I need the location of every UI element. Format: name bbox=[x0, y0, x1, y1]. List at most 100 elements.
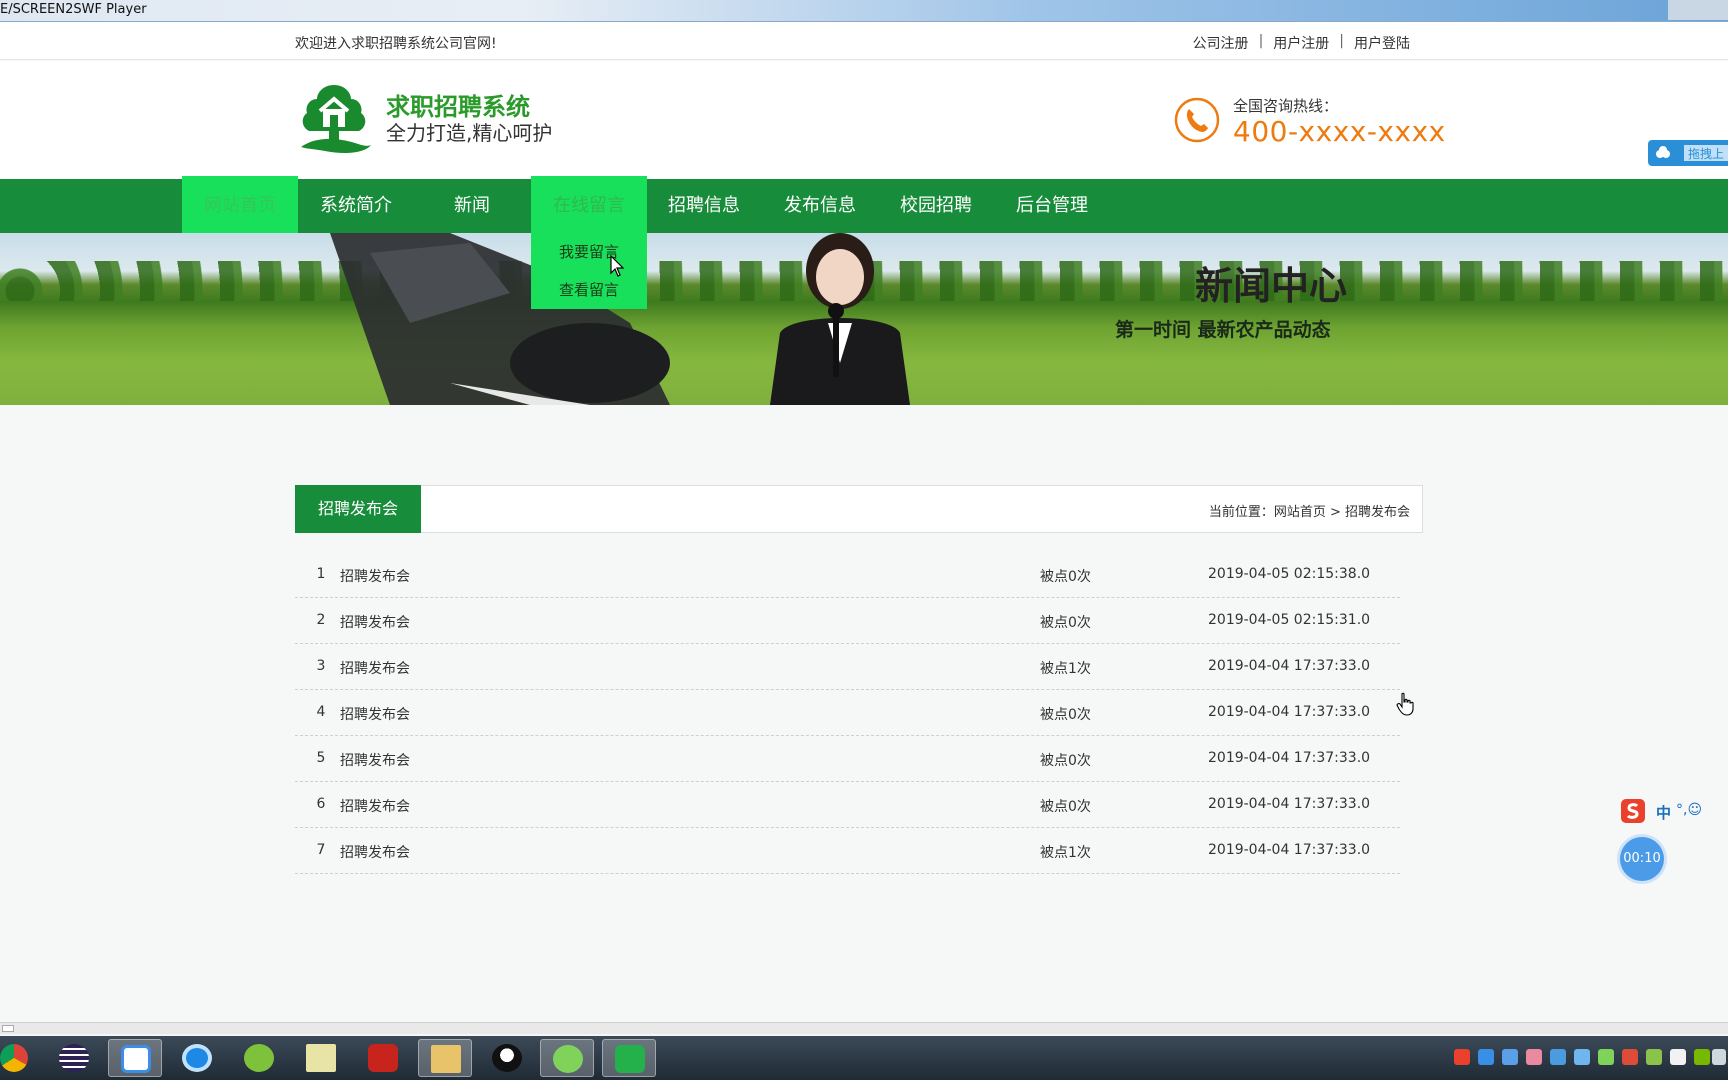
volume-tray-icon[interactable] bbox=[1712, 1049, 1726, 1065]
taskbar-eclipse[interactable] bbox=[47, 1039, 101, 1077]
item-index: 7 bbox=[316, 842, 326, 858]
eclipse-icon bbox=[59, 1044, 89, 1072]
sogou-tray-icon[interactable] bbox=[1454, 1049, 1470, 1065]
nav-publish[interactable]: 发布信息 bbox=[762, 179, 878, 233]
scrollbar-thumb[interactable] bbox=[2, 1025, 14, 1032]
side-tab-label: 拖拽上 bbox=[1684, 145, 1728, 161]
nav-about[interactable]: 系统简介 bbox=[298, 179, 414, 233]
company-register-link[interactable]: 公司注册 bbox=[1193, 33, 1249, 53]
dropdown-leave-message[interactable]: 我要留言 bbox=[531, 233, 647, 271]
main-nav: 网站首页 系统简介 新闻 在线留言 招聘信息 发布信息 校园招聘 后台管理 bbox=[0, 176, 1728, 233]
cloud-icon bbox=[1656, 146, 1670, 158]
taskbar-chrome[interactable] bbox=[0, 1039, 54, 1077]
user-register-link[interactable]: 用户注册 bbox=[1273, 33, 1329, 53]
taskbar-qq-browser[interactable] bbox=[170, 1039, 224, 1077]
notepad-icon bbox=[306, 1044, 336, 1072]
upload-side-tab[interactable]: 拖拽上 bbox=[1648, 140, 1728, 166]
usb-tray-icon[interactable] bbox=[1646, 1049, 1662, 1065]
item-date: 2019-04-04 17:37:33.0 bbox=[1208, 796, 1371, 812]
baidu-netdisk-icon bbox=[121, 1045, 151, 1073]
item-clicks: 被点0次 bbox=[1040, 799, 1091, 815]
taskbar-baidu-netdisk[interactable] bbox=[108, 1039, 162, 1077]
nav-news[interactable]: 新闻 bbox=[414, 179, 530, 233]
item-clicks: 被点1次 bbox=[1040, 661, 1091, 677]
item-date: 2019-04-04 17:37:33.0 bbox=[1208, 704, 1371, 720]
shield-tray-icon[interactable] bbox=[1550, 1049, 1566, 1065]
nav-home[interactable]: 网站首页 bbox=[182, 176, 298, 233]
item-date: 2019-04-05 02:15:31.0 bbox=[1208, 612, 1371, 628]
cube-tray-icon[interactable] bbox=[1502, 1049, 1518, 1065]
item-index: 2 bbox=[316, 612, 326, 628]
taskbar bbox=[0, 1036, 1728, 1080]
item-title-link[interactable]: 招聘发布会 bbox=[340, 658, 410, 678]
list-item[interactable]: 3 招聘发布会 被点1次 2019-04-04 17:37:33.0 bbox=[295, 644, 1400, 690]
taskbar-screen2swf[interactable] bbox=[602, 1039, 656, 1077]
list-item[interactable]: 1 招聘发布会 被点0次 2019-04-05 02:15:38.0 bbox=[295, 552, 1400, 598]
wechat-tray-icon[interactable] bbox=[1598, 1049, 1614, 1065]
house-tree-logo-icon[interactable] bbox=[295, 81, 373, 159]
netdisk-tray-icon[interactable] bbox=[1478, 1049, 1494, 1065]
taskbar-explorer[interactable] bbox=[418, 1039, 472, 1077]
item-index: 6 bbox=[316, 796, 326, 812]
window-controls[interactable] bbox=[1668, 0, 1728, 20]
welcome-text: 欢迎进入求职招聘系统公司官网! bbox=[295, 36, 497, 52]
user-login-link[interactable]: 用户登陆 bbox=[1354, 33, 1410, 53]
ime-mode[interactable]: 中 bbox=[1656, 802, 1671, 823]
item-title-link[interactable]: 招聘发布会 bbox=[340, 842, 410, 862]
banner-title: 新闻中心 bbox=[1195, 263, 1348, 308]
screen2swf-icon bbox=[615, 1045, 645, 1073]
qq-tray-icon[interactable] bbox=[1670, 1049, 1686, 1065]
sogou-ime-icon[interactable] bbox=[1620, 798, 1646, 824]
item-index: 1 bbox=[316, 566, 326, 582]
hand-cursor-icon bbox=[1396, 692, 1414, 716]
window-titlebar: E/SCREEN2SWF Player bbox=[0, 0, 1728, 22]
list-item[interactable]: 2 招聘发布会 被点0次 2019-04-05 02:15:31.0 bbox=[295, 598, 1400, 644]
list-item[interactable]: 6 招聘发布会 被点0次 2019-04-04 17:37:33.0 bbox=[295, 782, 1400, 828]
item-clicks: 被点0次 bbox=[1040, 753, 1091, 769]
nvidia-tray-icon[interactable] bbox=[1694, 1049, 1710, 1065]
site-header: 求职招聘系统 全力打造,精心呵护 全国咨询热线： 400-xxxx-xxxx bbox=[0, 61, 1728, 179]
flower-tray-icon[interactable] bbox=[1526, 1049, 1542, 1065]
item-title-link[interactable]: 招聘发布会 bbox=[340, 796, 410, 816]
list-item[interactable]: 4 招聘发布会 被点0次 2019-04-04 17:37:33.0 bbox=[295, 690, 1400, 736]
presenter-image bbox=[770, 233, 910, 405]
dropdown-view-messages[interactable]: 查看留言 bbox=[531, 271, 647, 309]
window-title: E/SCREEN2SWF Player bbox=[0, 2, 147, 17]
nav-recruitment[interactable]: 招聘信息 bbox=[646, 179, 762, 233]
link-separator: | bbox=[1339, 33, 1344, 49]
list-item[interactable]: 5 招聘发布会 被点0次 2019-04-04 17:37:33.0 bbox=[295, 736, 1400, 782]
taskbar-qq[interactable] bbox=[480, 1039, 534, 1077]
breadcrumb: 当前位置：网站首页 > 招聘发布会 bbox=[1208, 505, 1410, 520]
taskbar-flash[interactable] bbox=[356, 1039, 410, 1077]
explorer-icon bbox=[431, 1045, 461, 1073]
item-clicks: 被点0次 bbox=[1040, 707, 1091, 723]
app-tray-icon[interactable] bbox=[1574, 1049, 1590, 1065]
main-content: 招聘发布会 当前位置：网站首页 > 招聘发布会 1 招聘发布会 被点0次 201… bbox=[295, 485, 1423, 874]
taskbar-notepad[interactable] bbox=[294, 1039, 348, 1077]
nav-admin[interactable]: 后台管理 bbox=[994, 179, 1110, 233]
taskbar-wechat[interactable] bbox=[540, 1039, 594, 1077]
item-title-link[interactable]: 招聘发布会 bbox=[340, 750, 410, 770]
horizontal-scrollbar[interactable] bbox=[0, 1022, 1728, 1034]
item-date: 2019-04-04 17:37:33.0 bbox=[1208, 658, 1371, 674]
section-tab[interactable]: 招聘发布会 bbox=[295, 485, 421, 533]
item-clicks: 被点0次 bbox=[1040, 615, 1091, 631]
nav-campus[interactable]: 校园招聘 bbox=[878, 179, 994, 233]
list-item[interactable]: 7 招聘发布会 被点1次 2019-04-04 17:37:33.0 bbox=[295, 828, 1400, 874]
item-index: 3 bbox=[316, 658, 326, 674]
wechat-icon bbox=[553, 1045, 583, 1073]
item-title-link[interactable]: 招聘发布会 bbox=[340, 566, 410, 586]
item-title-link[interactable]: 招聘发布会 bbox=[340, 612, 410, 632]
taskbar-360[interactable] bbox=[232, 1039, 286, 1077]
item-title-link[interactable]: 招聘发布会 bbox=[340, 704, 410, 724]
nav-messages[interactable]: 在线留言 bbox=[531, 176, 647, 233]
flash-icon bbox=[368, 1044, 398, 1072]
web-page: 欢迎进入求职招聘系统公司官网! 公司注册 | 用户注册 | 用户登陆 求职招聘系… bbox=[0, 22, 1728, 1022]
recording-timer[interactable]: 00:10 bbox=[1620, 837, 1664, 881]
ime-toolbar[interactable]: 中 °,☺ bbox=[1620, 798, 1728, 826]
flag-tray-icon[interactable] bbox=[1622, 1049, 1638, 1065]
link-separator: | bbox=[1258, 33, 1264, 49]
ime-extras[interactable]: °,☺ bbox=[1676, 802, 1702, 818]
section-header: 招聘发布会 当前位置：网站首页 > 招聘发布会 bbox=[295, 485, 1423, 533]
top-links: 公司注册 | 用户注册 | 用户登陆 bbox=[1193, 33, 1410, 53]
